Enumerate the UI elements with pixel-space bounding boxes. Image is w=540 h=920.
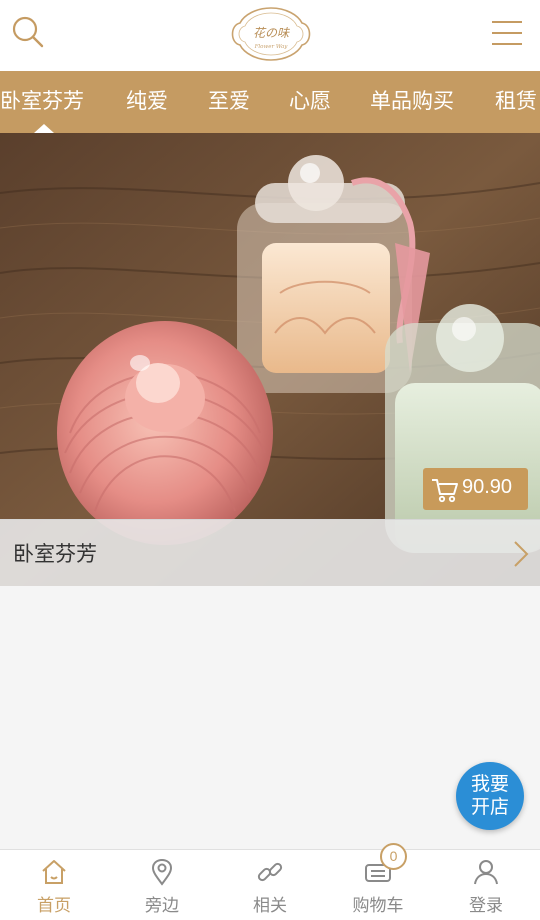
active-tab-indicator bbox=[34, 124, 54, 133]
cart-count-badge: 0 bbox=[380, 843, 407, 870]
nav-login[interactable]: 登录 bbox=[432, 850, 540, 920]
price-value: 90.90 bbox=[462, 476, 513, 498]
tab-rental[interactable]: 租赁 bbox=[495, 71, 537, 133]
search-button[interactable] bbox=[10, 14, 46, 50]
tab-pure-love[interactable]: 纯爱 bbox=[126, 71, 168, 133]
price-badge[interactable]: 90.90 bbox=[423, 468, 528, 510]
product-caption: 卧室芬芳 bbox=[13, 542, 97, 566]
home-icon bbox=[42, 860, 66, 884]
bottom-navigation: 首页 旁边 相关 购物车 登录 bbox=[0, 849, 540, 920]
header: 花の味 Flower Way bbox=[0, 0, 540, 71]
product-caption-bar[interactable]: 卧室芬芳 bbox=[0, 519, 540, 586]
chevron-right-icon bbox=[514, 541, 529, 567]
logo-subtext: Flower Way bbox=[254, 44, 289, 50]
nav-home-label: 首页 bbox=[37, 896, 71, 916]
nav-home[interactable]: 首页 bbox=[0, 850, 108, 920]
tab-true-love[interactable]: 至爱 bbox=[208, 71, 250, 133]
nav-cart[interactable]: 购物车 bbox=[324, 850, 432, 920]
hero-banner[interactable]: 90.90 卧室芬芳 bbox=[0, 133, 540, 586]
menu-button[interactable] bbox=[490, 18, 524, 48]
tab-wish[interactable]: 心愿 bbox=[289, 71, 331, 133]
open-store-line1: 我要 bbox=[470, 773, 509, 795]
open-store-line2: 开店 bbox=[470, 796, 509, 818]
tab-single-purchase[interactable]: 单品购买 bbox=[370, 71, 454, 133]
location-pin-icon bbox=[151, 858, 173, 886]
nav-nearby[interactable]: 旁边 bbox=[108, 850, 216, 920]
open-store-button[interactable]: 我要 开店 bbox=[456, 762, 524, 830]
link-icon bbox=[257, 862, 283, 882]
nav-login-label: 登录 bbox=[469, 896, 503, 916]
category-tabs: 卧室芬芳 纯爱 至爱 心愿 单品购买 租赁 bbox=[0, 71, 540, 133]
brand-logo[interactable]: 花の味 Flower Way bbox=[228, 5, 314, 63]
logo-text: 花の味 bbox=[253, 26, 290, 40]
nav-nearby-label: 旁边 bbox=[145, 896, 179, 916]
user-icon bbox=[474, 860, 498, 885]
search-icon bbox=[12, 16, 44, 48]
nav-related[interactable]: 相关 bbox=[216, 850, 324, 920]
cart-icon bbox=[432, 479, 458, 503]
nav-related-label: 相关 bbox=[253, 896, 287, 916]
nav-cart-label: 购物车 bbox=[352, 896, 404, 916]
menu-icon bbox=[492, 21, 522, 45]
